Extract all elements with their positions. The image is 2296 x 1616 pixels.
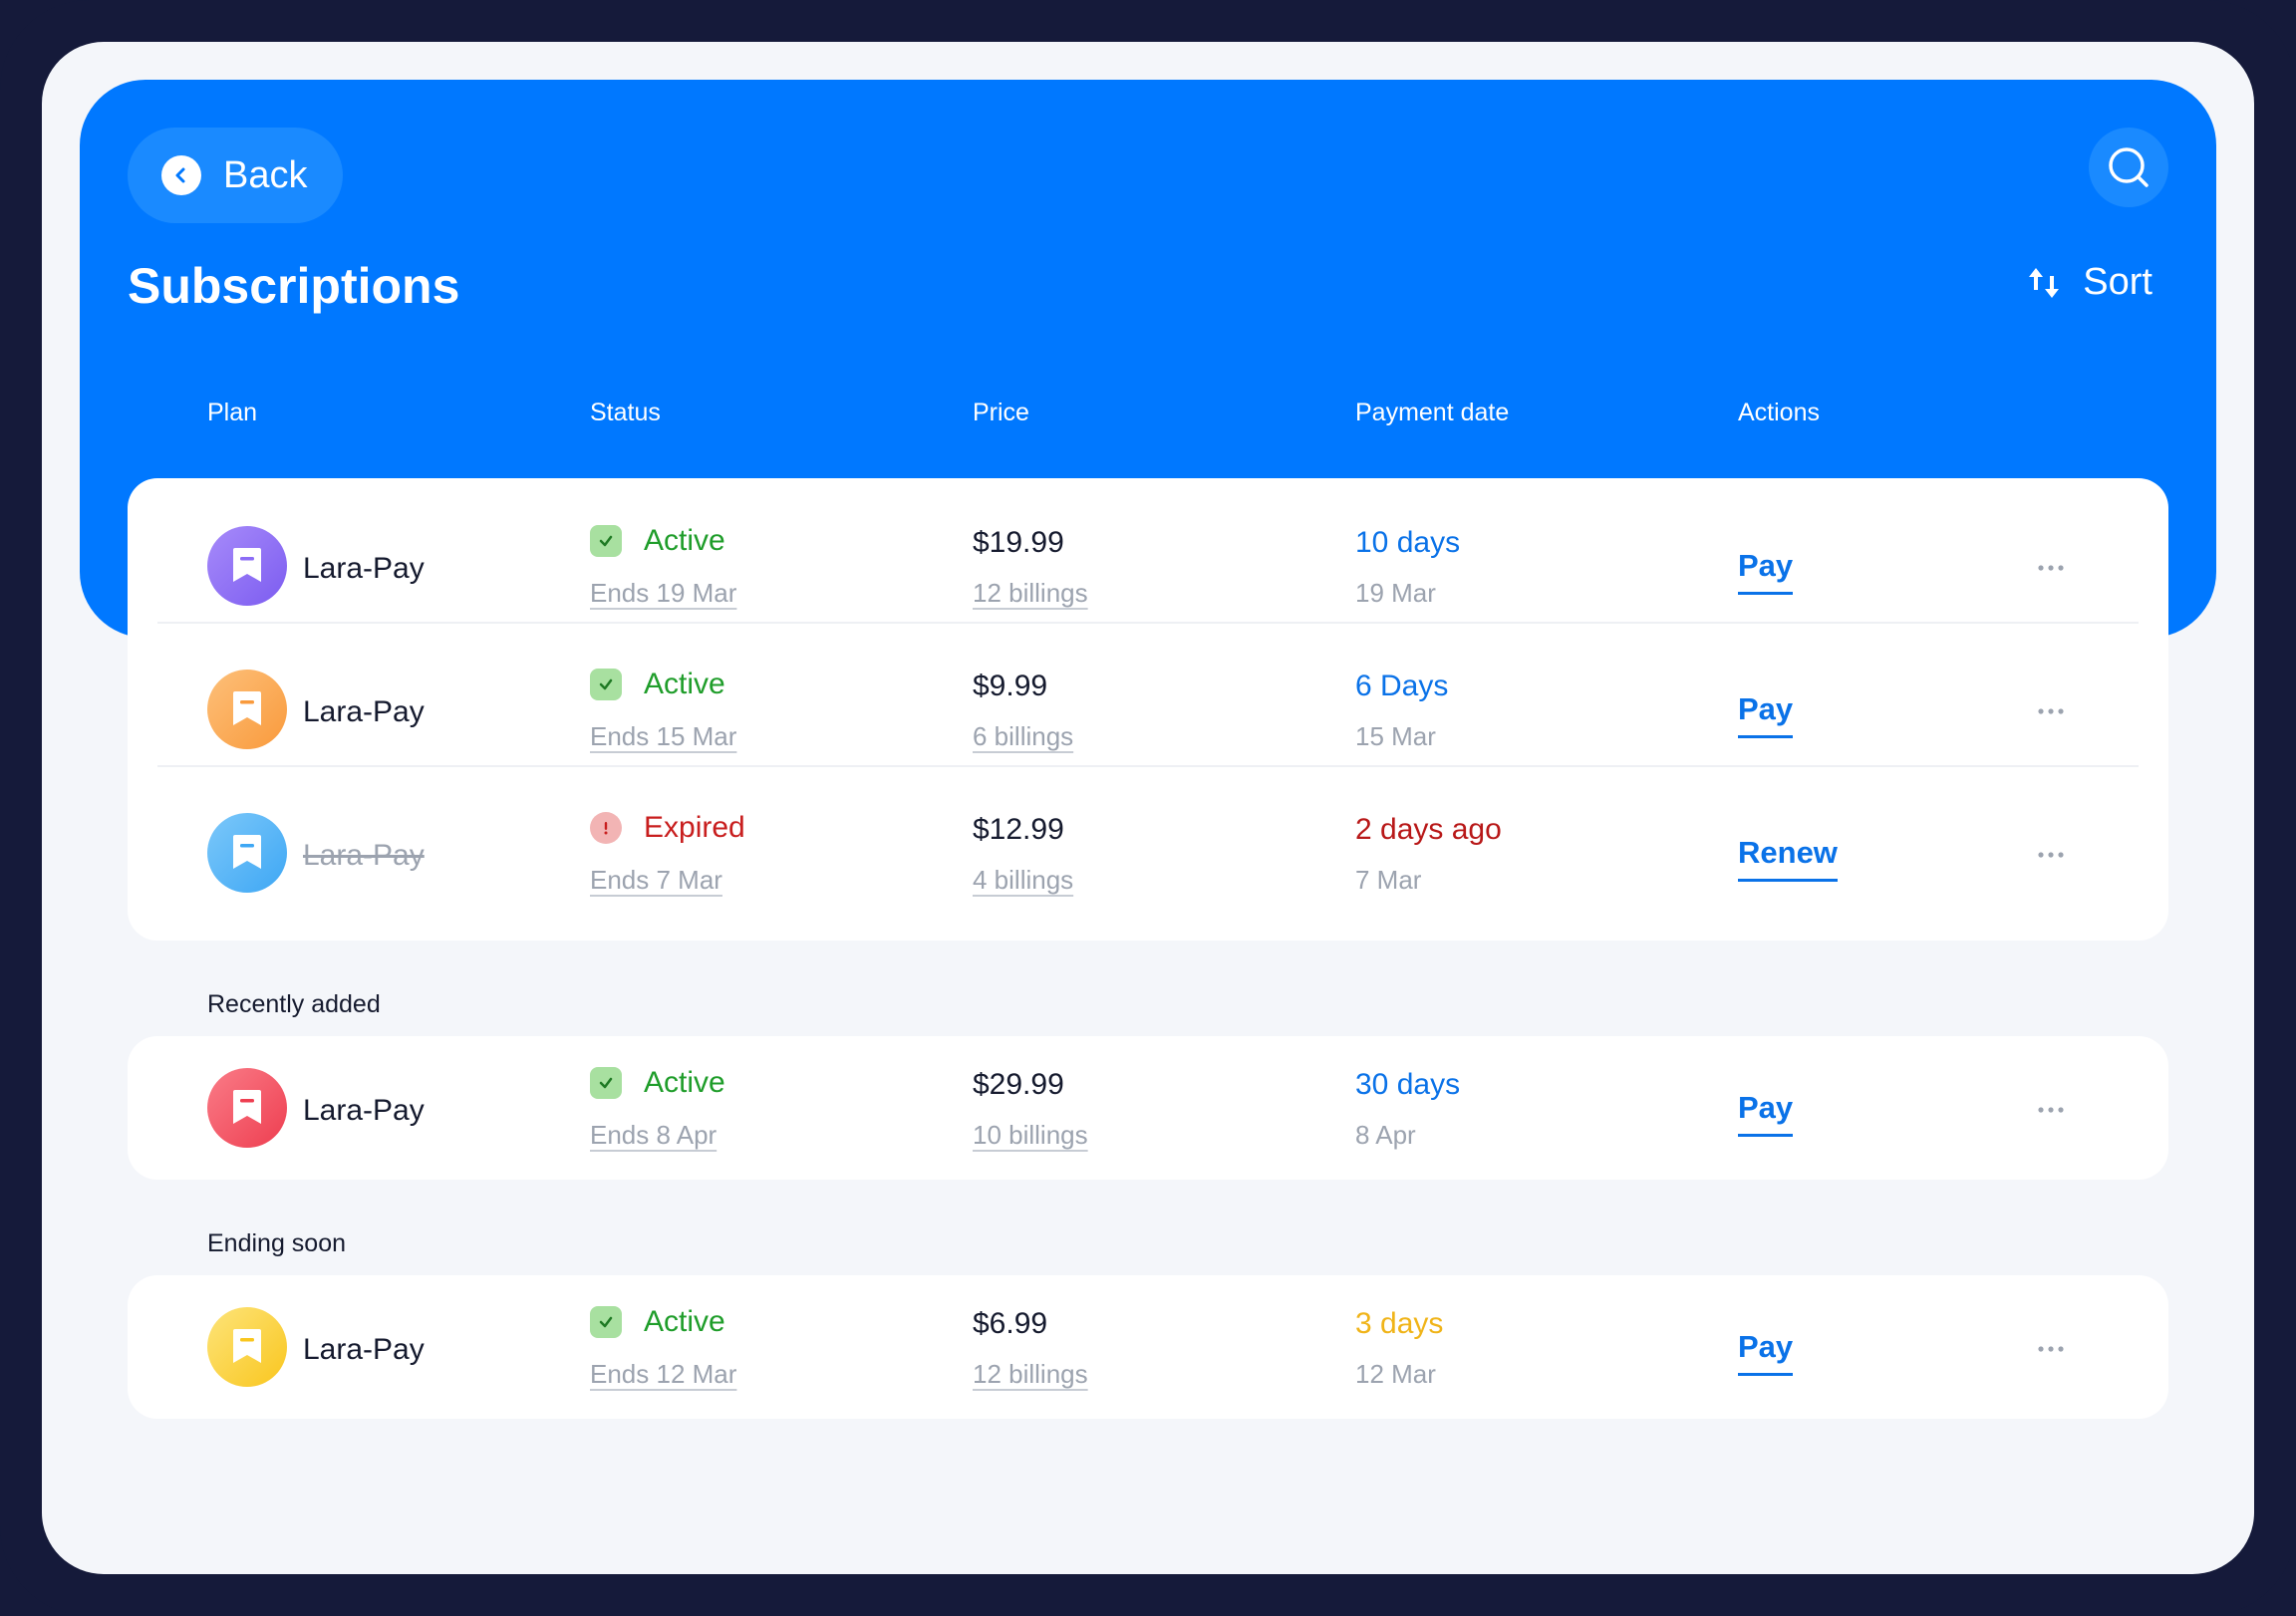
section-label-recently-added: Recently added: [207, 990, 381, 1018]
more-horizontal-icon: [2038, 565, 2064, 571]
check-icon: [590, 1067, 622, 1099]
search-button[interactable]: [2089, 128, 2168, 207]
pay-button[interactable]: Pay: [1738, 691, 1794, 738]
end-date-link[interactable]: Ends 19 Mar: [590, 578, 736, 609]
subscriptions-card: Lara-Pay Active Ends 19 Mar $19.99 12 bi…: [128, 478, 2168, 941]
pay-button[interactable]: Pay: [1738, 1329, 1794, 1376]
chevron-left-icon: [161, 155, 201, 195]
more-horizontal-icon: [2038, 852, 2064, 858]
price: $19.99: [973, 526, 1064, 559]
status-text: Active: [644, 1066, 725, 1099]
ending-soon-card: Lara-Pay Active Ends 12 Mar $6.99 12 bil…: [128, 1275, 2168, 1419]
billings-link[interactable]: 6 billings: [973, 721, 1073, 752]
plan-avatar: [207, 1307, 287, 1387]
status-badge: Expired: [590, 811, 745, 845]
payment-due: 6 Days: [1355, 670, 1449, 702]
search-icon: [2109, 147, 2149, 187]
table-row[interactable]: Lara-Pay Active Ends 8 Apr $29.99 10 bil…: [128, 1036, 2168, 1180]
more-horizontal-icon: [2038, 1107, 2064, 1113]
payment-due: 2 days ago: [1355, 813, 1502, 846]
status-badge: Active: [590, 524, 725, 558]
status-badge: Active: [590, 1305, 725, 1339]
check-icon: [590, 1306, 622, 1338]
plan-name: Lara-Pay: [303, 1094, 425, 1127]
more-button[interactable]: [2031, 548, 2071, 588]
price: $12.99: [973, 813, 1064, 846]
bookmark-icon: [233, 548, 261, 582]
device-frame: Back Subscriptions Sort Plan Status Pric…: [0, 0, 2296, 1616]
back-button[interactable]: Back: [128, 128, 343, 223]
more-button[interactable]: [2031, 835, 2071, 875]
more-button[interactable]: [2031, 1329, 2071, 1369]
table-row[interactable]: Lara-Pay Expired Ends 7 Mar $12.99 4 bil…: [128, 765, 2168, 909]
pay-button[interactable]: Pay: [1738, 1090, 1794, 1137]
status-text: Active: [644, 524, 725, 557]
payment-due: 3 days: [1355, 1307, 1444, 1340]
more-button[interactable]: [2031, 1090, 2071, 1130]
status-badge: Active: [590, 668, 725, 701]
table-row[interactable]: Lara-Pay Active Ends 12 Mar $6.99 12 bil…: [128, 1275, 2168, 1419]
pay-button[interactable]: Pay: [1738, 548, 1794, 595]
price: $6.99: [973, 1307, 1048, 1340]
end-date-link[interactable]: Ends 8 Apr: [590, 1120, 717, 1151]
billings-link[interactable]: 12 billings: [973, 578, 1088, 609]
table-row[interactable]: Lara-Pay Active Ends 15 Mar $9.99 6 bill…: [128, 622, 2168, 765]
plan-avatar: [207, 1068, 287, 1148]
sort-label: Sort: [2083, 261, 2152, 303]
plan-name: Lara-Pay: [303, 552, 425, 585]
plan-avatar: [207, 670, 287, 749]
column-header-price: Price: [973, 399, 1029, 426]
screen: Back Subscriptions Sort Plan Status Pric…: [42, 42, 2254, 1574]
table-row[interactable]: Lara-Pay Active Ends 19 Mar $19.99 12 bi…: [128, 478, 2168, 622]
sort-icon: [2029, 267, 2060, 298]
end-date-link[interactable]: Ends 12 Mar: [590, 1359, 736, 1390]
plan-name: Lara-Pay: [303, 1333, 425, 1366]
status-text: Active: [644, 1305, 725, 1338]
status-badge: Active: [590, 1066, 725, 1100]
renew-button[interactable]: Renew: [1738, 835, 1838, 882]
exclamation-icon: [590, 812, 622, 844]
payment-date: 12 Mar: [1355, 1359, 1436, 1389]
payment-date: 8 Apr: [1355, 1120, 1416, 1150]
plan-name: Lara-Pay: [303, 695, 425, 728]
bookmark-icon: [233, 1090, 261, 1124]
payment-date: 15 Mar: [1355, 721, 1436, 751]
more-horizontal-icon: [2038, 1346, 2064, 1352]
status-text: Expired: [644, 811, 745, 844]
plan-avatar: [207, 813, 287, 893]
end-date-link[interactable]: Ends 15 Mar: [590, 721, 736, 752]
billings-link[interactable]: 10 billings: [973, 1120, 1088, 1151]
bookmark-icon: [233, 1329, 261, 1363]
bookmark-icon: [233, 691, 261, 725]
payment-date: 19 Mar: [1355, 578, 1436, 608]
back-label: Back: [223, 153, 308, 196]
page-title: Subscriptions: [128, 258, 460, 314]
recently-added-card: Lara-Pay Active Ends 8 Apr $29.99 10 bil…: [128, 1036, 2168, 1180]
check-icon: [590, 669, 622, 700]
payment-date: 7 Mar: [1355, 865, 1422, 895]
column-header-status: Status: [590, 399, 661, 426]
bookmark-icon: [233, 835, 261, 869]
column-header-payment-date: Payment date: [1355, 399, 1510, 426]
payment-due: 30 days: [1355, 1068, 1461, 1101]
billings-link[interactable]: 4 billings: [973, 865, 1073, 896]
price: $29.99: [973, 1068, 1064, 1101]
sort-button[interactable]: Sort: [2027, 261, 2152, 304]
plan-avatar: [207, 526, 287, 606]
payment-due: 10 days: [1355, 526, 1461, 559]
more-button[interactable]: [2031, 691, 2071, 731]
status-text: Active: [644, 668, 725, 700]
section-label-ending-soon: Ending soon: [207, 1229, 347, 1257]
plan-name: Lara-Pay: [303, 839, 425, 872]
price: $9.99: [973, 670, 1048, 702]
billings-link[interactable]: 12 billings: [973, 1359, 1088, 1390]
more-horizontal-icon: [2038, 708, 2064, 714]
column-headers: Plan Status Price Payment date Actions: [80, 399, 2216, 438]
column-header-actions: Actions: [1738, 399, 1820, 426]
end-date-link[interactable]: Ends 7 Mar: [590, 865, 722, 896]
check-icon: [590, 525, 622, 557]
column-header-plan: Plan: [207, 399, 258, 426]
